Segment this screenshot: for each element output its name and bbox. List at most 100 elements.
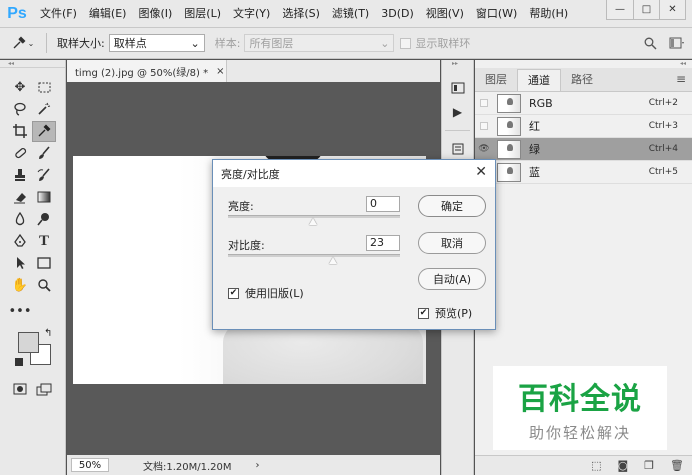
sample-size-label: 取样大小: <box>57 37 105 50</box>
sample-size-select[interactable]: 取样点 ⌄ <box>108 34 205 52</box>
photoshop-logo: Ps <box>0 0 34 27</box>
channel-shortcut: Ctrl+2 <box>648 98 678 108</box>
channel-row-rgb[interactable]: RGB Ctrl+2 <box>475 92 692 115</box>
contrast-label: 对比度: <box>228 239 265 252</box>
menu-image[interactable]: 图像(I) <box>132 0 178 27</box>
quick-mask-icon[interactable] <box>8 379 32 400</box>
strip-grip[interactable]: ▸▸ <box>442 60 473 68</box>
cancel-button[interactable]: 取消 <box>418 232 486 254</box>
channel-shortcut: Ctrl+5 <box>648 167 678 177</box>
visibility-toggle[interactable]: 👁 <box>475 138 493 161</box>
channel-thumbnail <box>497 116 521 136</box>
properties-panel-icon[interactable] <box>442 137 473 161</box>
hand-tool-icon[interactable]: ✋ <box>8 275 32 296</box>
document-tab-bar: timg (2).jpg @ 50%(绿/8) * × <box>67 60 440 82</box>
close-tab-icon[interactable]: × <box>216 66 224 77</box>
legacy-option[interactable]: ✔ 使用旧版(L) <box>228 285 304 301</box>
crop-tool-icon[interactable] <box>8 121 32 142</box>
search-icon[interactable] <box>638 33 662 54</box>
path-selection-tool-icon[interactable] <box>8 253 32 274</box>
eraser-tool-icon[interactable] <box>8 187 32 208</box>
channel-row-blue[interactable]: 蓝 Ctrl+5 <box>475 161 692 184</box>
channel-name: RGB <box>529 96 553 110</box>
document-tab[interactable]: timg (2).jpg @ 50%(绿/8) * × <box>67 60 227 82</box>
menu-file[interactable]: 文件(F) <box>34 0 83 27</box>
color-swatches: ↰ <box>0 328 65 378</box>
panel-menu-icon[interactable]: ≡ <box>676 72 686 86</box>
channel-row-green[interactable]: 👁 绿 Ctrl+4 <box>475 138 692 161</box>
brightness-slider-thumb[interactable] <box>309 218 317 225</box>
delete-channel-icon[interactable]: 🗑 <box>670 459 684 472</box>
swap-colors-icon[interactable]: ↰ <box>44 328 52 339</box>
watermark: 百科全说 助你轻松解决 <box>493 366 667 450</box>
menu-window[interactable]: 窗口(W) <box>470 0 523 27</box>
status-menu-arrow[interactable]: › <box>256 460 260 471</box>
visibility-toggle[interactable] <box>475 115 493 138</box>
eyedropper-tool-icon[interactable] <box>32 120 56 142</box>
move-tool-icon[interactable]: ✥ <box>8 77 32 98</box>
zoom-tool-icon[interactable] <box>32 275 56 296</box>
watermark-subtitle: 助你轻松解决 <box>528 423 631 442</box>
legacy-checkbox[interactable]: ✔ <box>228 287 239 299</box>
preview-checkbox[interactable]: ✔ <box>418 307 429 319</box>
menu-select[interactable]: 选择(S) <box>276 0 326 27</box>
close-icon[interactable]: ✕ <box>475 164 487 180</box>
lasso-tool-icon[interactable] <box>8 99 32 120</box>
brush-tool-icon[interactable] <box>32 143 56 164</box>
tab-layers[interactable]: 图层 <box>475 69 517 91</box>
rectangle-tool-icon[interactable] <box>32 253 56 274</box>
contrast-input[interactable]: 23 <box>366 235 400 251</box>
tab-channels[interactable]: 通道 <box>517 69 561 91</box>
history-panel-icon[interactable] <box>442 76 473 100</box>
save-selection-icon[interactable]: ◙ <box>617 459 628 472</box>
menu-view[interactable]: 视图(V) <box>420 0 470 27</box>
menu-3d[interactable]: 3D(D) <box>375 0 420 27</box>
screen-mode-icon[interactable] <box>32 379 56 400</box>
menu-edit[interactable]: 编辑(E) <box>83 0 133 27</box>
marquee-tool-icon[interactable] <box>32 77 56 98</box>
auto-button[interactable]: 自动(A) <box>418 268 486 290</box>
ok-button[interactable]: 确定 <box>418 195 486 217</box>
magic-wand-tool-icon[interactable] <box>32 99 56 120</box>
load-selection-icon[interactable]: ⬚ <box>591 459 601 472</box>
chevron-down-icon: ⌄ <box>190 36 200 50</box>
default-colors-icon[interactable] <box>15 358 23 366</box>
hidden-eye-icon <box>480 99 488 107</box>
zoom-level-field[interactable]: 50% <box>71 458 109 472</box>
channel-row-red[interactable]: 红 Ctrl+3 <box>475 115 692 138</box>
history-brush-tool-icon[interactable] <box>32 165 56 186</box>
actions-panel-icon[interactable]: ▶ <box>442 100 473 124</box>
tab-paths[interactable]: 路径 <box>561 69 603 91</box>
clone-stamp-tool-icon[interactable] <box>8 165 32 186</box>
gradient-tool-icon[interactable] <box>32 187 56 208</box>
preview-option[interactable]: ✔ 预览(P) <box>418 305 472 321</box>
contrast-slider-thumb[interactable] <box>329 257 337 264</box>
panel-tabs: 图层 通道 路径 ≡ <box>475 68 692 92</box>
panel-grip[interactable]: ◂◂ <box>475 60 692 68</box>
dodge-tool-icon[interactable] <box>32 209 56 230</box>
sample-select[interactable]: 所有图层 ⌄ <box>244 34 395 52</box>
menu-help[interactable]: 帮助(H) <box>523 0 574 27</box>
dialog-titlebar[interactable]: 亮度/对比度 ✕ <box>213 160 495 187</box>
blur-tool-icon[interactable] <box>8 209 32 230</box>
contrast-slider-track[interactable] <box>228 254 400 257</box>
channel-thumbnail <box>497 139 521 159</box>
workspace-icon[interactable] <box>662 33 692 54</box>
toolbar-grip[interactable]: ◂◂ <box>0 60 65 68</box>
type-tool-icon[interactable]: T <box>32 231 56 252</box>
pen-tool-icon[interactable] <box>8 231 32 252</box>
eyedropper-icon[interactable]: ⌄ <box>6 33 40 54</box>
new-channel-icon[interactable]: ❐ <box>644 459 654 472</box>
healing-brush-tool-icon[interactable] <box>8 143 32 164</box>
more-tools-icon[interactable]: ••• <box>8 301 32 322</box>
show-ring-checkbox[interactable] <box>400 37 412 49</box>
restore-button[interactable]: □ <box>633 0 659 19</box>
menu-filter[interactable]: 滤镜(T) <box>326 0 375 27</box>
menu-type[interactable]: 文字(Y) <box>227 0 276 27</box>
close-window-button[interactable]: ✕ <box>659 0 685 19</box>
minimize-button[interactable]: — <box>607 0 633 19</box>
brightness-input[interactable]: 0 <box>366 196 400 212</box>
menu-layer[interactable]: 图层(L) <box>178 0 227 27</box>
visibility-toggle[interactable] <box>475 92 493 115</box>
foreground-color-swatch[interactable] <box>18 332 39 353</box>
